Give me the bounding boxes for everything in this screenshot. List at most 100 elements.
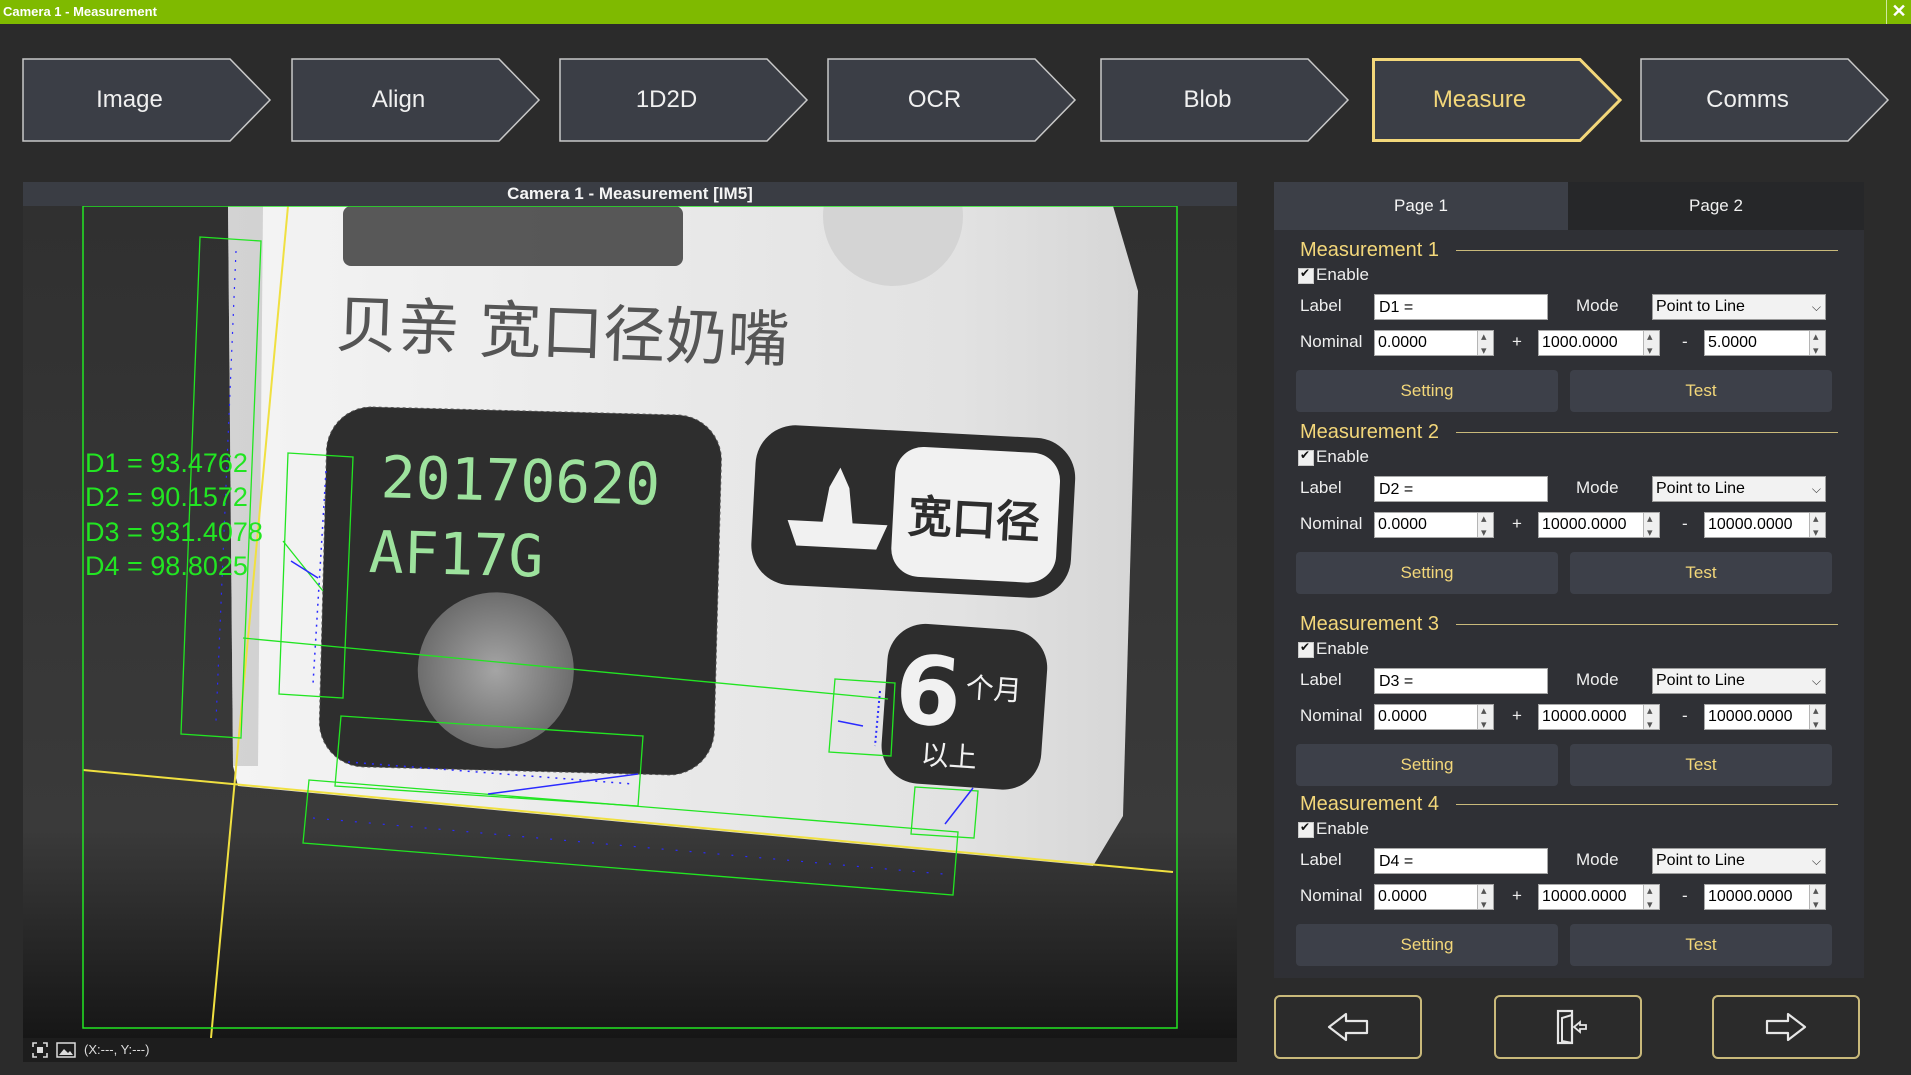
step-label: Measure: [1432, 86, 1527, 113]
spinner-arrows-icon[interactable]: [1643, 325, 1659, 363]
spinner-arrows-icon[interactable]: [1643, 699, 1659, 737]
measurement-panel: Page 1 Page 2 Measurement 1 Enable Label…: [1274, 182, 1864, 978]
nominal-value: 0.0000: [1378, 888, 1427, 905]
mode-caption: Mode: [1576, 850, 1619, 869]
spinner-arrows-icon[interactable]: [1809, 325, 1825, 363]
mode-caption: Mode: [1576, 670, 1619, 689]
nominal-spinbox[interactable]: 0.0000: [1374, 325, 1494, 363]
badge-text: 宽口径: [907, 491, 1041, 549]
label-input[interactable]: D4 =: [1374, 848, 1548, 874]
mode-caption: Mode: [1576, 478, 1619, 497]
mode-value: Point to Line: [1656, 852, 1745, 869]
step-1d2d[interactable]: 1D2D: [559, 58, 809, 142]
setting-button[interactable]: Setting: [1296, 370, 1558, 412]
test-button[interactable]: Test: [1570, 370, 1832, 412]
nominal-spinbox[interactable]: 0.0000: [1374, 699, 1494, 737]
fit-view-icon[interactable]: [31, 1041, 49, 1059]
step-image[interactable]: Image: [22, 58, 272, 142]
mode-select[interactable]: Point to Line ⌵: [1652, 294, 1826, 320]
setting-button[interactable]: Setting: [1296, 552, 1558, 594]
label-caption: Label: [1300, 296, 1342, 315]
plus-tolerance-value: 1000.0000: [1542, 334, 1618, 351]
enable-checkbox[interactable]: [1298, 448, 1314, 466]
tab-page-1[interactable]: Page 1: [1274, 182, 1568, 230]
plus-tolerance-spinbox[interactable]: 10000.0000: [1538, 507, 1660, 545]
mode-select[interactable]: Point to Line ⌵: [1652, 476, 1826, 502]
enable-label: Enable: [1316, 639, 1369, 658]
result-d3: D3 = 931.4078: [85, 517, 263, 547]
enable-label: Enable: [1316, 819, 1369, 838]
age-above: 以上: [920, 738, 978, 775]
group-divider: [1456, 432, 1838, 433]
mode-value: Point to Line: [1656, 480, 1745, 497]
minus-sign: -: [1682, 886, 1688, 905]
spinner-arrows-icon[interactable]: [1477, 879, 1493, 917]
previous-button[interactable]: [1274, 995, 1422, 1059]
plus-tolerance-spinbox[interactable]: 10000.0000: [1538, 699, 1660, 737]
page-tabs: Page 1 Page 2: [1274, 182, 1864, 230]
nominal-spinbox[interactable]: 0.0000: [1374, 879, 1494, 917]
setting-button[interactable]: Setting: [1296, 744, 1558, 786]
step-blob[interactable]: Blob: [1100, 58, 1350, 142]
spinner-arrows-icon[interactable]: [1809, 699, 1825, 737]
enable-label: Enable: [1316, 447, 1369, 466]
camera-image[interactable]: 贝亲 宽口径奶嘴 20170620 AF17G 宽口径 6 个月 以上 D1 =…: [23, 206, 1237, 1038]
spinner-arrows-icon[interactable]: [1809, 507, 1825, 545]
label-input[interactable]: D1 =: [1374, 294, 1548, 320]
test-button[interactable]: Test: [1570, 924, 1832, 966]
test-button[interactable]: Test: [1570, 744, 1832, 786]
next-button[interactable]: [1712, 995, 1860, 1059]
image-icon[interactable]: [56, 1041, 76, 1059]
nominal-value: 0.0000: [1378, 708, 1427, 725]
age-unit: 个月: [965, 671, 1023, 708]
setting-button[interactable]: Setting: [1296, 924, 1558, 966]
nominal-spinbox[interactable]: 0.0000: [1374, 507, 1494, 545]
spinner-arrows-icon[interactable]: [1643, 879, 1659, 917]
mode-select[interactable]: Point to Line ⌵: [1652, 848, 1826, 874]
group-divider: [1456, 804, 1838, 805]
spinner-arrows-icon[interactable]: [1477, 325, 1493, 363]
group-divider: [1456, 250, 1838, 251]
plus-sign: +: [1512, 886, 1522, 905]
step-ocr[interactable]: OCR: [827, 58, 1077, 142]
minus-tolerance-value: 5.0000: [1708, 334, 1757, 351]
label-input[interactable]: D2 =: [1374, 476, 1548, 502]
plus-tolerance-spinbox[interactable]: 1000.0000: [1538, 325, 1660, 363]
spinner-arrows-icon[interactable]: [1477, 507, 1493, 545]
minus-tolerance-value: 10000.0000: [1708, 516, 1793, 533]
step-measure[interactable]: Measure: [1372, 58, 1622, 142]
label-input[interactable]: D3 =: [1374, 668, 1548, 694]
top-print-block: [343, 206, 683, 266]
mode-value: Point to Line: [1656, 298, 1745, 315]
minus-tolerance-spinbox[interactable]: 5.0000: [1704, 325, 1826, 363]
step-comms[interactable]: Comms: [1640, 58, 1890, 142]
lot-code-text: AF17G: [368, 518, 544, 591]
exit-button[interactable]: [1494, 995, 1642, 1059]
enable-checkbox[interactable]: [1298, 640, 1314, 658]
step-align[interactable]: Align: [291, 58, 541, 142]
exit-door-icon: [1556, 1009, 1587, 1045]
spinner-arrows-icon[interactable]: [1477, 699, 1493, 737]
step-label: Blob: [1183, 86, 1232, 113]
enable-checkbox[interactable]: [1298, 266, 1314, 284]
mode-caption: Mode: [1576, 296, 1619, 315]
minus-tolerance-spinbox[interactable]: 10000.0000: [1704, 699, 1826, 737]
close-icon[interactable]: ✕: [1886, 0, 1911, 24]
plus-tolerance-spinbox[interactable]: 10000.0000: [1538, 879, 1660, 917]
label-caption: Label: [1300, 670, 1342, 689]
plus-tolerance-value: 10000.0000: [1542, 888, 1627, 905]
enable-checkbox[interactable]: [1298, 820, 1314, 838]
minus-sign: -: [1682, 514, 1688, 533]
minus-sign: -: [1682, 332, 1688, 351]
step-label: Align: [371, 86, 426, 113]
minus-tolerance-spinbox[interactable]: 10000.0000: [1704, 507, 1826, 545]
tab-page-2[interactable]: Page 2: [1568, 182, 1864, 230]
spinner-arrows-icon[interactable]: [1809, 879, 1825, 917]
cursor-coordinates: (X:---, Y:---): [84, 1042, 150, 1057]
minus-tolerance-spinbox[interactable]: 10000.0000: [1704, 879, 1826, 917]
chevron-down-icon: ⌵: [1811, 854, 1821, 868]
spinner-arrows-icon[interactable]: [1643, 507, 1659, 545]
mode-select[interactable]: Point to Line ⌵: [1652, 668, 1826, 694]
test-button[interactable]: Test: [1570, 552, 1832, 594]
age-number: 6: [892, 635, 966, 749]
